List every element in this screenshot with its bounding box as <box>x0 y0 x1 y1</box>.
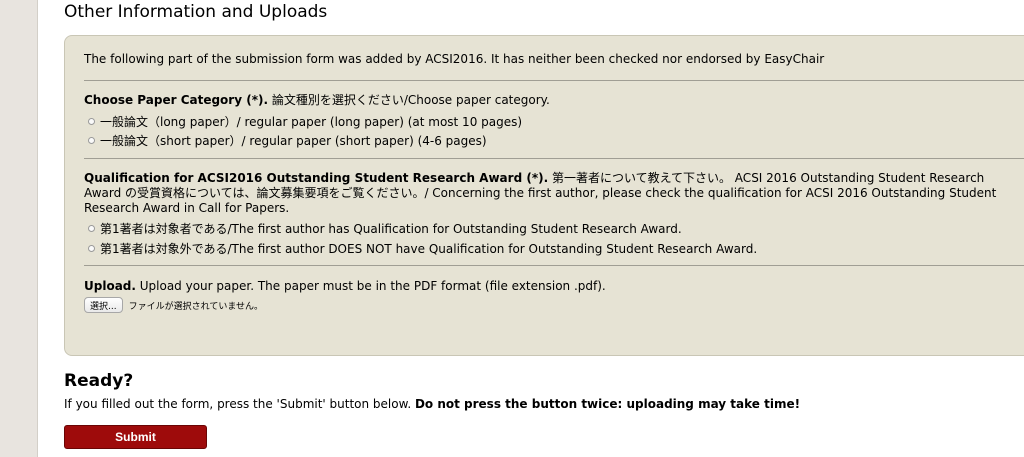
option-label: 第1著者は対象外である/The first author DOES NOT ha… <box>100 242 758 256</box>
divider <box>84 265 1024 266</box>
file-input[interactable]: 選択... ファイルが選択されていません。 <box>84 297 263 313</box>
upload-label: Upload. Upload your paper. The paper mus… <box>84 279 606 293</box>
option-label: 一般論文（short paper）/ regular paper (short … <box>100 134 487 148</box>
section-title: Other Information and Uploads <box>64 2 328 22</box>
paper-category-label: Choose Paper Category (*). 論文種別を選択ください/C… <box>84 93 550 107</box>
radio-button[interactable] <box>88 225 95 232</box>
submit-button[interactable]: Submit <box>64 425 207 449</box>
acsi-form-panel: The following part of the submission for… <box>64 35 1024 356</box>
divider <box>84 158 1024 159</box>
qualification-option-not-eligible[interactable]: 第1著者は対象外である/The first author DOES NOT ha… <box>88 240 757 257</box>
no-file-selected-text: ファイルが選択されていません。 <box>128 301 264 312</box>
choose-file-button[interactable]: 選択... <box>84 297 123 313</box>
option-label: 一般論文（long paper）/ regular paper (long pa… <box>100 115 523 129</box>
radio-button[interactable] <box>88 137 95 144</box>
qualification-label: Qualification for ACSI2016 Outstanding S… <box>84 171 997 215</box>
qualification-option-eligible[interactable]: 第1著者は対象者である/The first author has Qualifi… <box>88 220 682 237</box>
ready-instructions: If you filled out the form, press the 'S… <box>64 397 801 411</box>
paper-category-option-short[interactable]: 一般論文（short paper）/ regular paper (short … <box>88 132 487 149</box>
ready-heading: Ready? <box>64 371 134 391</box>
option-label: 第1著者は対象者である/The first author has Qualifi… <box>100 222 682 236</box>
paper-category-option-long[interactable]: 一般論文（long paper）/ regular paper (long pa… <box>88 113 522 130</box>
panel-intro-text: The following part of the submission for… <box>84 52 825 66</box>
left-rail <box>0 0 38 457</box>
radio-button[interactable] <box>88 245 95 252</box>
radio-button[interactable] <box>88 118 95 125</box>
divider <box>84 80 1024 81</box>
